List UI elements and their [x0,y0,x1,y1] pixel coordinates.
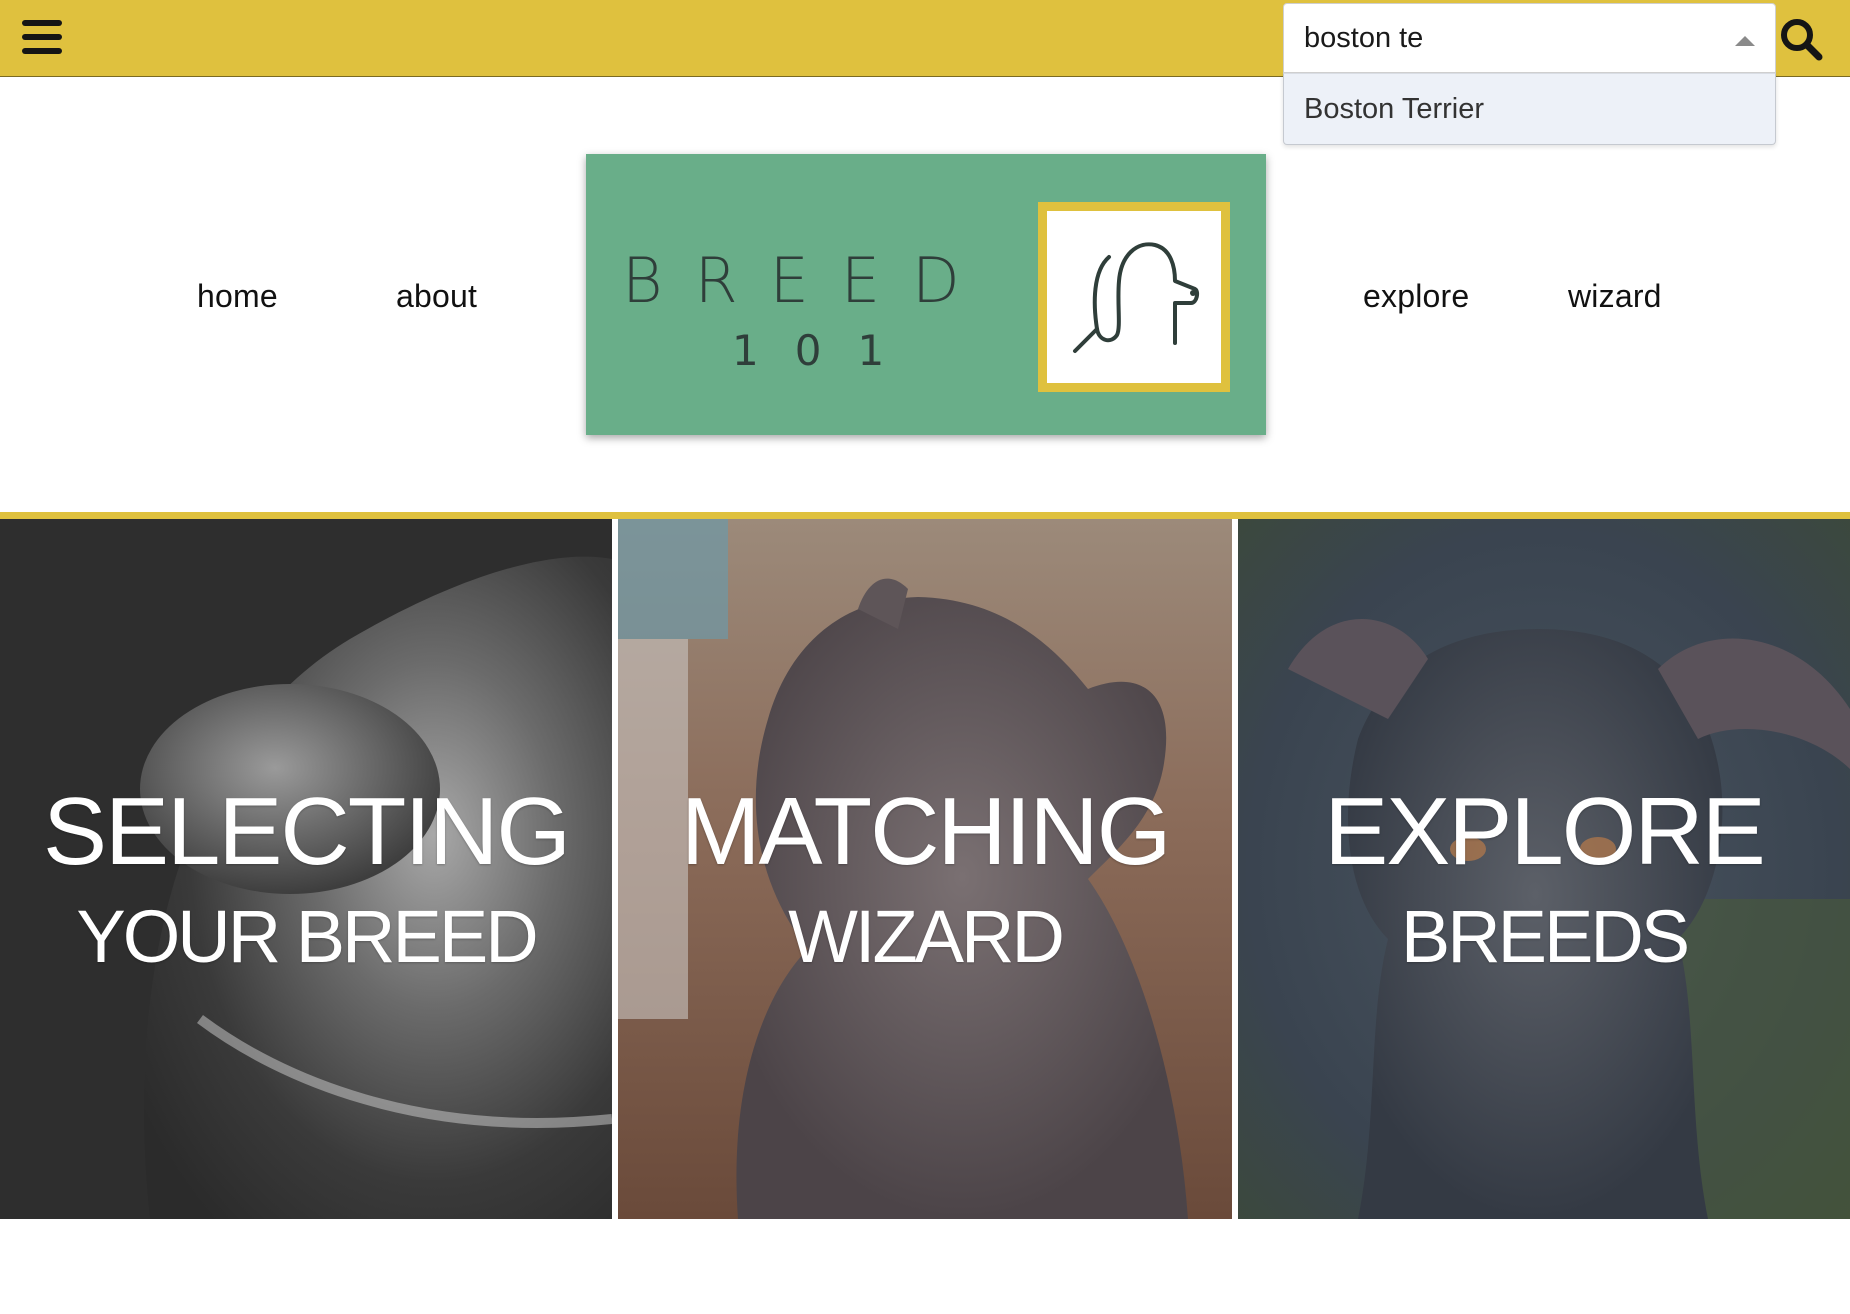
panel-explore-breeds[interactable]: EXPLORE BREEDS [1238,519,1850,1219]
panel-subtitle: WIZARD [788,895,1065,978]
breed-101-logo[interactable]: BREED 101 [586,154,1266,435]
caret-up-icon[interactable] [1735,36,1755,46]
panel-subtitle: YOUR BREED [76,895,538,978]
nav-home[interactable]: home [197,278,278,315]
hamburger-menu-icon[interactable] [22,20,62,54]
panel-title: EXPLORE [1324,778,1766,885]
panel-subtitle: BREEDS [1400,895,1690,978]
section-divider [0,512,1850,519]
search-input[interactable] [1304,21,1704,55]
dog-outline-icon [1073,242,1200,353]
panel-title: SELECTING [42,778,571,885]
search-icon[interactable] [1778,16,1824,62]
panel-selecting-your-breed[interactable]: SELECTING YOUR BREED [0,519,612,1219]
nav-about[interactable]: about [396,278,477,315]
search-box[interactable] [1283,3,1776,73]
search-autocomplete: Boston Terrier [1283,3,1776,145]
panel-title: MATCHING [680,778,1172,885]
nav-explore[interactable]: explore [1363,278,1469,315]
nav-wizard[interactable]: wizard [1568,278,1662,315]
panel-matching-wizard[interactable]: MATCHING WIZARD [618,519,1232,1219]
top-bar: Boston Terrier [0,0,1850,145]
logo-badge [1038,202,1230,392]
search-suggestion-label: Boston Terrier [1304,92,1484,125]
search-suggestion-item[interactable]: Boston Terrier [1283,73,1776,145]
logo-word: BREED [622,244,992,317]
logo-number: 101 [732,326,921,375]
